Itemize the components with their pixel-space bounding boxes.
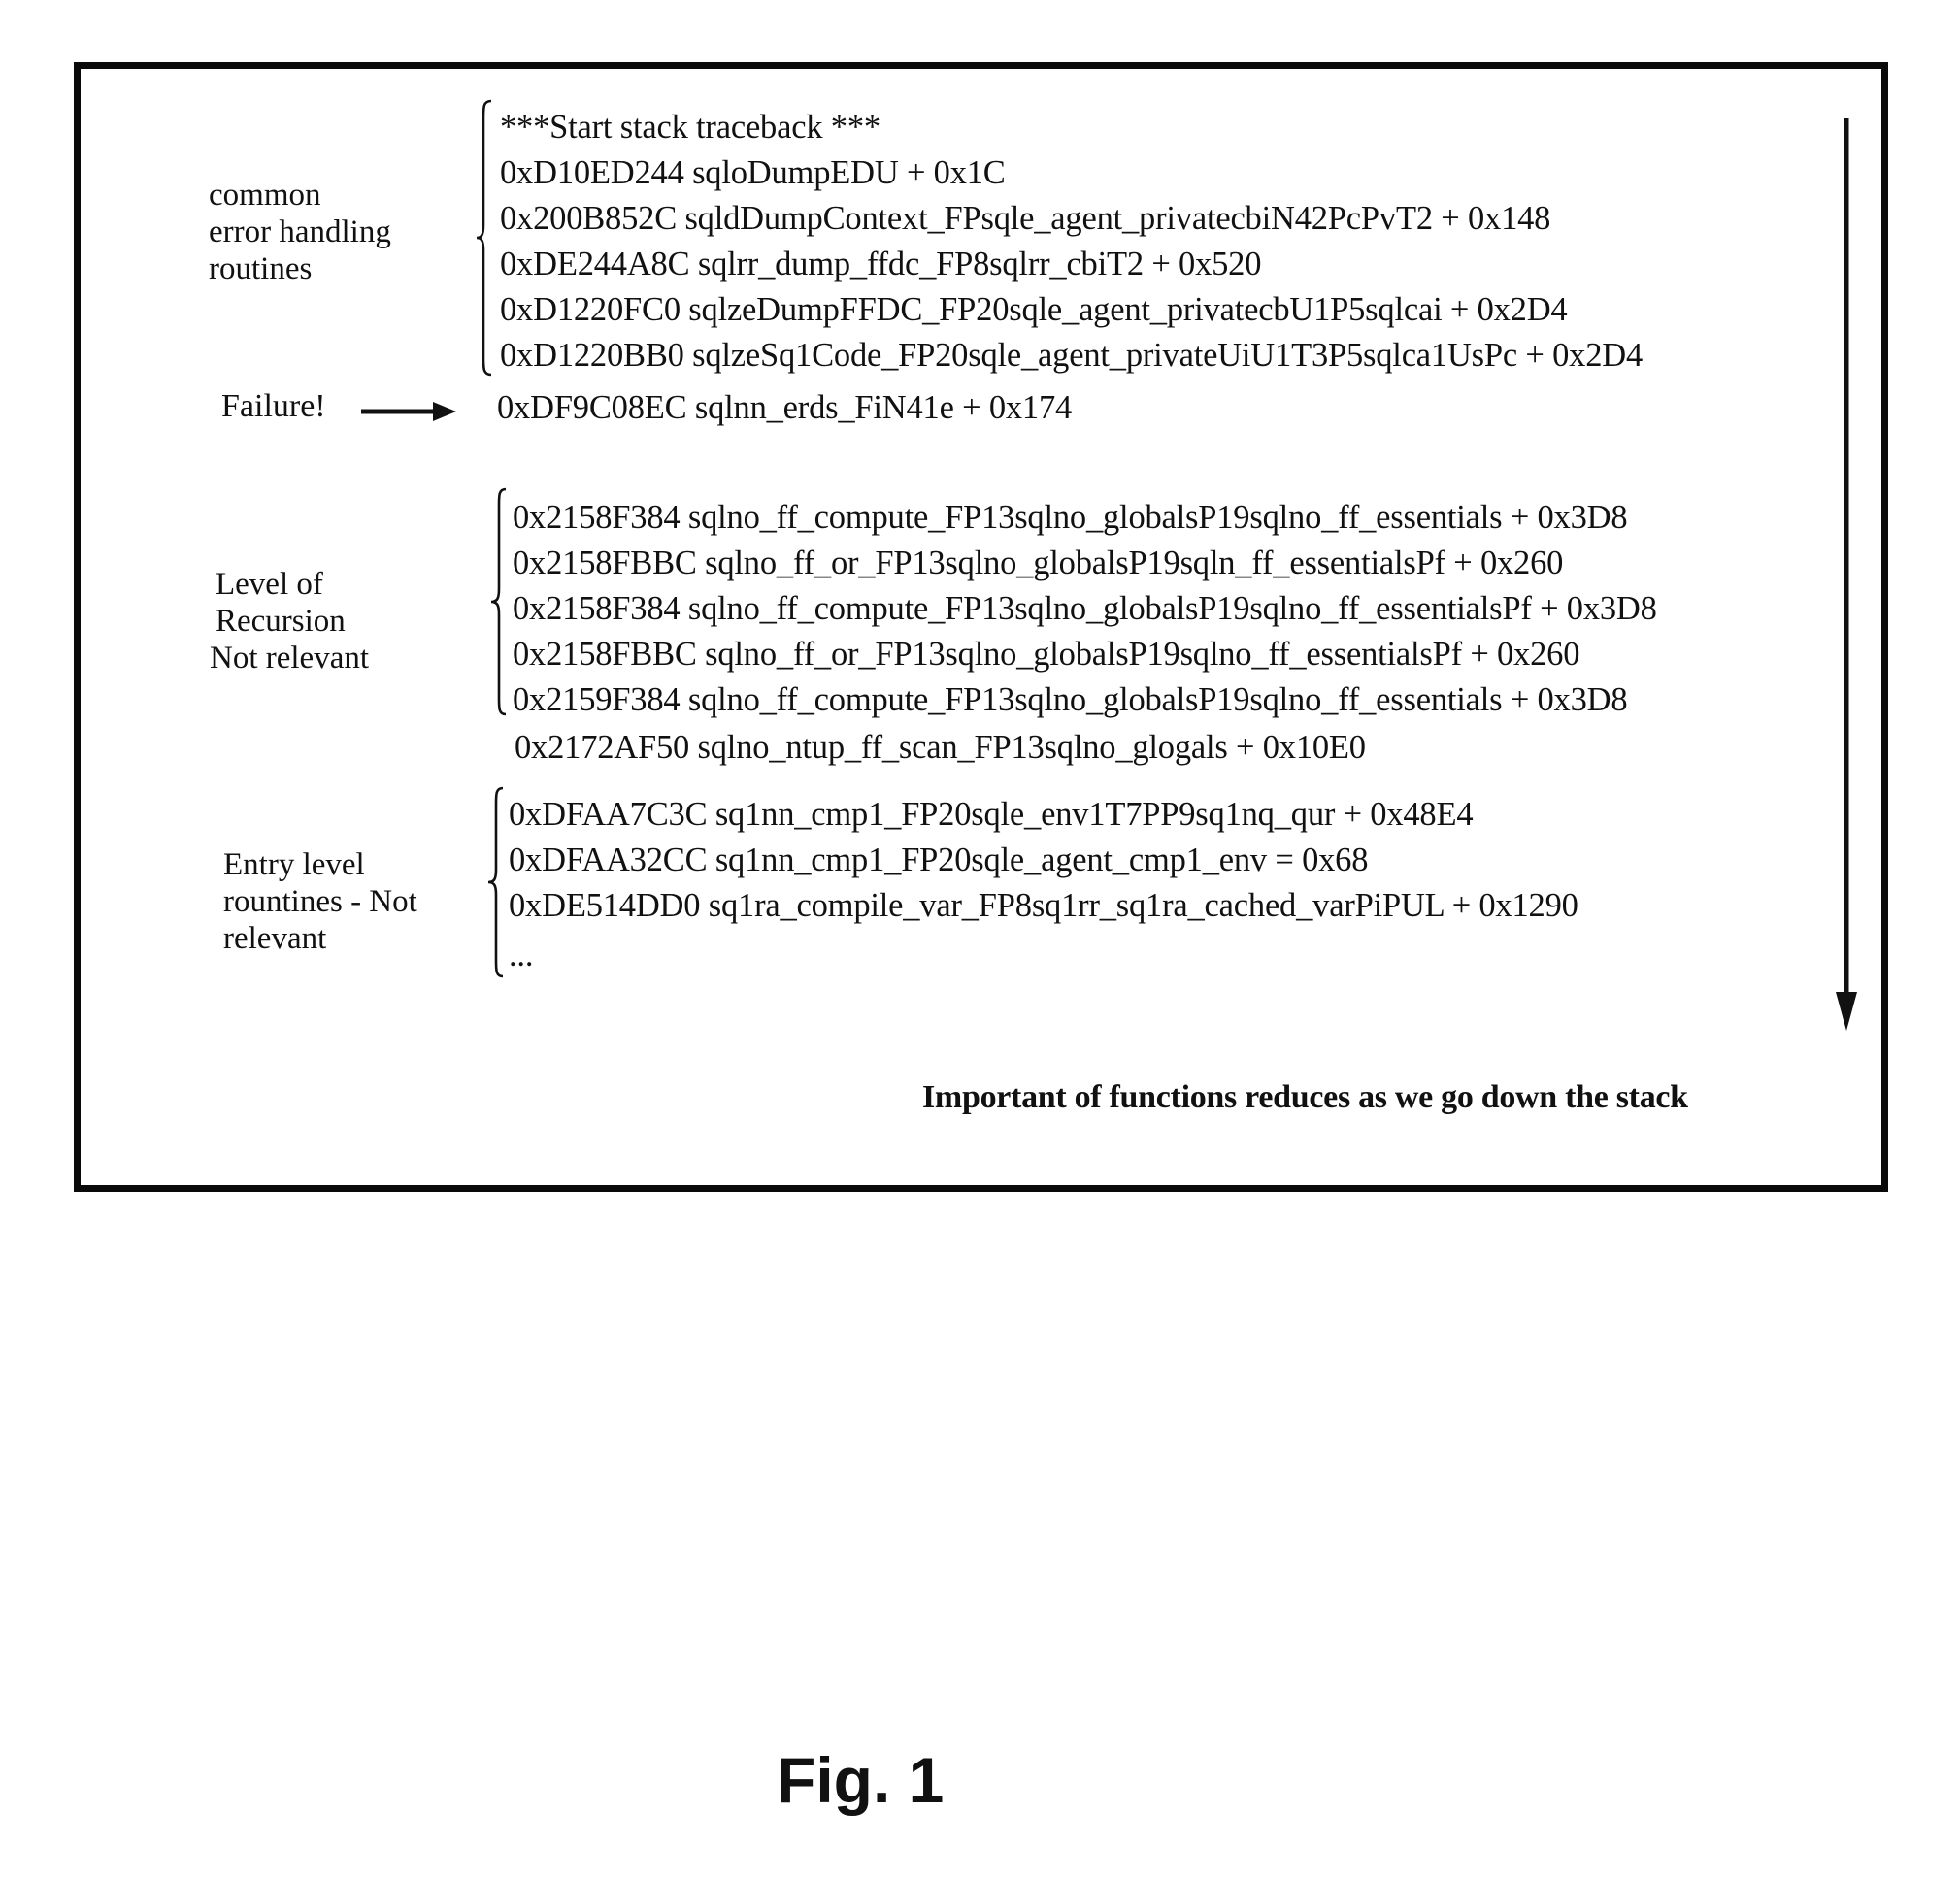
down-arrow-icon	[1835, 118, 1860, 1038]
stack-frame-line: ***Start stack traceback ***	[500, 109, 880, 146]
stack-frame-line: 0x2158FBBC sqlno_ff_or_FP13sqlno_globals…	[513, 544, 1564, 581]
label-line: Recursion	[216, 604, 346, 639]
stack-frame-line: 0x2159F384 sqlno_ff_compute_FP13sqlno_gl…	[513, 681, 1628, 718]
label-line: error handling	[209, 214, 391, 249]
stack-frame-line: 0xD10ED244 sqloDumpEDU + 0x1C	[500, 154, 1006, 191]
label-line: Not relevant	[210, 641, 370, 675]
right-arrow-icon	[361, 400, 458, 428]
group-label-entry: Entry level rountines - Not relevant	[223, 846, 417, 957]
stack-frame-line: ...	[509, 937, 534, 973]
label-line: Entry level	[223, 847, 365, 882]
label-line: common	[209, 178, 321, 213]
stack-frame-line: 0xDE244A8C sqlrr_dump_ffdc_FP8sqlrr_cbiT…	[500, 246, 1262, 282]
stack-frame-line: 0x200B852C sqldDumpContext_FPsqle_agent_…	[500, 200, 1551, 237]
failure-label: Failure!	[221, 388, 326, 424]
stack-block-error-handling: ***Start stack traceback *** 0xD10ED244 …	[500, 105, 1643, 379]
stack-frame-line: 0x2158F384 sqlno_ff_compute_FP13sqlno_gl…	[513, 590, 1657, 627]
stack-frame-line: 0xDE514DD0 sq1ra_compile_var_FP8sq1rr_sq…	[509, 887, 1578, 924]
importance-caption: Important of functions reduces as we go …	[922, 1079, 1688, 1115]
stack-frame-line: 0xDFAA32CC sq1nn_cmp1_FP20sqle_agent_cmp…	[509, 841, 1369, 878]
label-line: rountines - Not	[223, 884, 417, 919]
stack-block-entry: 0xDFAA7C3C sq1nn_cmp1_FP20sqle_env1T7PP9…	[509, 792, 1578, 978]
brace-recursion	[488, 487, 510, 716]
stack-frame-line: 0x2158F384 sqlno_ff_compute_FP13sqlno_gl…	[513, 499, 1628, 536]
group-label-recursion: Level of Recursion Not relevant	[210, 566, 369, 676]
stack-frame-line: 0xD1220FC0 sqlzeDumpFFDC_FP20sqle_agent_…	[500, 291, 1568, 328]
stack-frame-line: 0xD1220BB0 sqlzeSq1Code_FP20sqle_agent_p…	[500, 337, 1644, 374]
stack-block-recursion: 0x2158F384 sqlno_ff_compute_FP13sqlno_gl…	[513, 495, 1657, 723]
brace-error-handling	[474, 99, 495, 377]
stack-frame-line: 0x2172AF50 sqlno_ntup_ff_scan_FP13sqlno_…	[515, 729, 1366, 766]
brace-entry	[485, 786, 507, 978]
group-label-error-handling: common error handling routines	[209, 177, 391, 287]
stack-frame-line: 0xDFAA7C3C sq1nn_cmp1_FP20sqle_env1T7PP9…	[509, 796, 1474, 833]
failure-stack-frame-line: 0xDF9C08EC sqlnn_erds_FiN41e + 0x174	[497, 389, 1073, 426]
figure-title: Fig. 1	[777, 1744, 945, 1816]
label-line: relevant	[223, 921, 327, 956]
label-line: routines	[209, 251, 313, 286]
stack-frame-line: 0x2158FBBC sqlno_ff_or_FP13sqlno_globals…	[513, 636, 1580, 673]
label-line: Level of	[216, 567, 323, 602]
